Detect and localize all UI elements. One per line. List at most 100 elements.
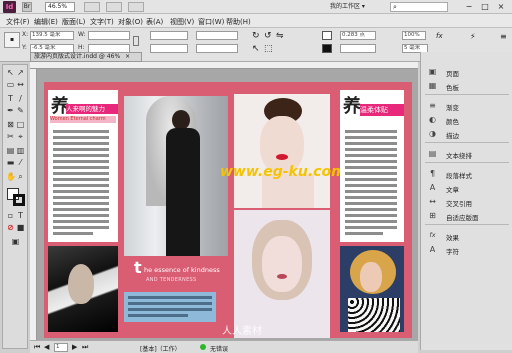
free-transform-tool-icon[interactable]: ⌖ xyxy=(16,132,25,141)
close-button[interactable]: × xyxy=(494,1,508,12)
w-field[interactable] xyxy=(88,31,130,40)
menu-layout[interactable]: 版面(L) xyxy=(62,17,85,27)
right-title-char: 养 xyxy=(343,96,361,117)
menu-window[interactable]: 窗口(W) xyxy=(198,17,224,27)
photo-red-lips[interactable] xyxy=(234,94,330,208)
menu-view[interactable]: 视图(V) xyxy=(170,17,194,27)
apply-none-icon[interactable]: ⊘ xyxy=(6,223,15,232)
menu-file[interactable]: 文件(F) xyxy=(6,17,30,27)
opacity-field[interactable]: 100% xyxy=(402,31,426,40)
prev-page-icon[interactable]: ◀ xyxy=(44,343,49,351)
fill-stroke-proxy[interactable] xyxy=(7,188,25,206)
panel-item-story[interactable]: A 文章 xyxy=(421,182,512,194)
rectangle-tool-icon[interactable]: □ xyxy=(16,120,25,129)
text-line xyxy=(128,296,212,299)
zoom-field[interactable]: 46.5% xyxy=(45,2,75,12)
rectangle-frame-tool-icon[interactable]: ⊠ xyxy=(6,120,15,129)
workspace-switcher[interactable]: 我的工作区 ▾ xyxy=(330,2,385,12)
gap-tool-icon[interactable]: ↔ xyxy=(16,80,25,89)
panel-item-pages[interactable]: ▣ 页面 xyxy=(421,66,512,78)
hand-tool-icon[interactable]: ✋ xyxy=(6,172,16,181)
maximize-button[interactable]: □ xyxy=(478,1,492,12)
zoom-tool-icon[interactable]: ⌕ xyxy=(16,172,25,181)
panel-item-swatches[interactable]: ▦ 色板 xyxy=(421,80,512,92)
stroke-icon: ≡ xyxy=(429,101,436,110)
panel-item-color[interactable]: ◐ 颜色 xyxy=(421,114,512,126)
minimize-button[interactable]: − xyxy=(462,1,476,12)
text-line xyxy=(345,172,397,175)
photo-dark-hair[interactable] xyxy=(48,246,118,332)
type-tool-icon[interactable]: T xyxy=(6,94,15,103)
screen-mode-icon[interactable]: ▣ xyxy=(11,237,20,246)
panel-item-liquid-layout[interactable]: ⊞ 自适应版面 xyxy=(421,210,512,222)
direct-selection-tool-icon[interactable]: ↗ xyxy=(16,68,25,77)
selection-tool-icon[interactable]: ↖ xyxy=(6,68,15,77)
panel-label: 文章 xyxy=(446,186,459,194)
page-tool-icon[interactable]: ▭ xyxy=(6,80,15,89)
panel-item-stroke[interactable]: ◑ 描边 xyxy=(421,128,512,140)
screen-mode-button[interactable] xyxy=(106,2,122,12)
panel-item-paragraph-styles[interactable]: ¶ 段落样式 xyxy=(421,168,512,180)
formatting-text-icon[interactable]: T xyxy=(16,211,25,220)
photo-blonde-portrait[interactable] xyxy=(234,210,330,338)
shear-field[interactable] xyxy=(196,44,238,53)
rotation-field[interactable] xyxy=(196,31,238,40)
photo-woman-black[interactable] xyxy=(124,96,228,256)
left-title-bar: 人来啊的魅力 xyxy=(66,104,118,114)
rotate-cw-icon[interactable]: ↻ xyxy=(252,31,260,41)
preflight-profile[interactable]: [基本]（工作） xyxy=(140,344,181,353)
page-number-field[interactable]: 1 xyxy=(54,343,68,352)
next-page-icon[interactable]: ▶ xyxy=(72,343,77,351)
constrain-proportions-icon[interactable] xyxy=(133,36,139,46)
stroke-swatch[interactable] xyxy=(322,44,332,53)
pen-tool-icon[interactable]: ✒ xyxy=(6,106,15,115)
panel-item-text-wrap[interactable]: ▤ 文本绕排 xyxy=(421,148,512,160)
scissors-tool-icon[interactable]: ✂ xyxy=(6,132,15,141)
menu-object[interactable]: 对象(O) xyxy=(118,17,143,27)
text-line xyxy=(345,226,397,229)
stroke-type-field[interactable] xyxy=(340,44,376,53)
menu-help[interactable]: 帮助(H) xyxy=(226,17,251,27)
search-field[interactable]: ⌕ xyxy=(390,2,448,12)
select-container-icon[interactable]: ⬚ xyxy=(264,44,273,54)
panel-item-character[interactable]: A 字符 xyxy=(421,244,512,256)
fx-icon[interactable]: fx xyxy=(436,32,443,40)
pencil-tool-icon[interactable]: ✎ xyxy=(16,106,25,115)
arrange-button[interactable] xyxy=(128,2,144,12)
view-options-button[interactable] xyxy=(84,2,100,12)
text-line xyxy=(345,136,397,139)
apply-color-icon[interactable]: ■ xyxy=(16,223,25,232)
panel-item-effects[interactable]: fx 效果 xyxy=(421,230,512,242)
divider xyxy=(425,142,509,143)
gradient-feather-tool-icon[interactable]: ▥ xyxy=(16,146,25,155)
select-content-icon[interactable]: ↖ xyxy=(252,44,260,54)
panel-item-cross-references[interactable]: ↔ 交叉引用 xyxy=(421,196,512,208)
menu-edit[interactable]: 编辑(E) xyxy=(34,17,58,27)
last-page-icon[interactable]: ⏭ xyxy=(82,343,88,352)
scale-y-field[interactable] xyxy=(150,44,188,53)
panel-item-gradient[interactable]: ≡ 渐变 xyxy=(421,100,512,112)
quick-apply-icon[interactable]: ⚡ xyxy=(470,32,476,41)
document-tab[interactable]: 旅游内页版式设计.indd @ 46% × xyxy=(30,52,142,62)
panel-menu-icon[interactable]: ≡ xyxy=(500,32,507,41)
photo-curly-blonde[interactable] xyxy=(340,246,404,332)
note-tool-icon[interactable]: ▬ xyxy=(6,158,15,167)
gradient-tool-icon[interactable]: ▤ xyxy=(6,146,15,155)
bridge-icon[interactable]: Br xyxy=(22,2,32,12)
close-tab-icon[interactable]: × xyxy=(125,53,130,60)
flip-horizontal-icon[interactable]: ⇋ xyxy=(276,31,284,41)
line-tool-icon[interactable]: / xyxy=(16,94,25,103)
first-page-icon[interactable]: ⏮ xyxy=(34,343,40,352)
stroke-proxy-icon[interactable] xyxy=(13,194,25,206)
fill-swatch[interactable] xyxy=(322,31,332,40)
menu-table[interactable]: 表(A) xyxy=(146,17,163,27)
stroke-weight-field[interactable]: 0.283 点 xyxy=(340,31,376,40)
scale-x-field[interactable] xyxy=(150,31,188,40)
x-field[interactable]: 139.5 毫米 xyxy=(30,31,74,40)
rotate-ccw-icon[interactable]: ↺ xyxy=(264,31,272,41)
spread: 养 人来啊的魅力 Women Eternal charm t he essenc… xyxy=(44,82,412,338)
eyedropper-tool-icon[interactable]: ⁄ xyxy=(16,158,25,167)
formatting-container-icon[interactable]: ▫ xyxy=(6,211,15,220)
reference-point-icon[interactable]: ▪ xyxy=(4,32,20,48)
menu-type[interactable]: 文字(T) xyxy=(90,17,114,27)
